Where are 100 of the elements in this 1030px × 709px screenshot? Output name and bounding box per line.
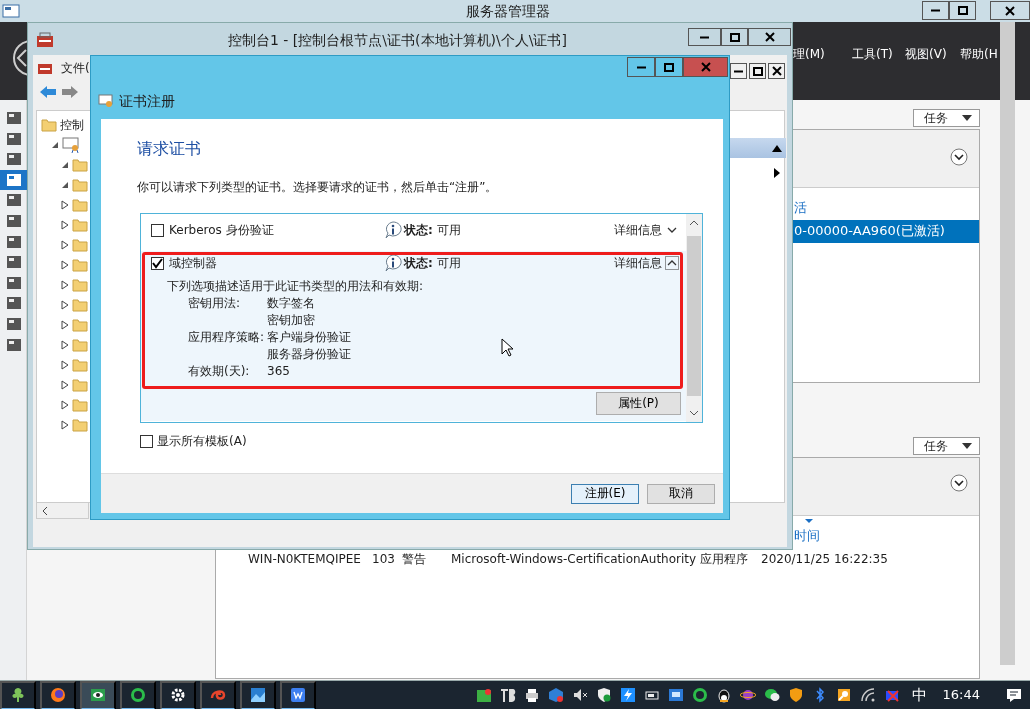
folder-icon — [72, 278, 88, 292]
gear-icon — [169, 686, 187, 704]
taskbar-button[interactable] — [120, 680, 156, 709]
maximize-button[interactable] — [949, 1, 976, 20]
menu-item[interactable]: 视图(V) — [905, 47, 947, 62]
store-icon[interactable] — [475, 687, 492, 703]
expand-icon[interactable] — [774, 168, 780, 178]
description-text: 下列选项描述适用于此证书类型的用法和有效期: — [167, 279, 424, 294]
maximize-button[interactable] — [721, 28, 748, 46]
maximize-icon — [957, 6, 968, 15]
close-icon — [771, 66, 782, 76]
template-name[interactable]: Kerberos 身份验证 — [169, 222, 384, 238]
sidebar-item[interactable] — [0, 169, 27, 190]
folder-icon — [72, 378, 88, 392]
tasks-dropdown[interactable]: 任务 — [913, 437, 980, 455]
properties-button[interactable]: 属性(P) — [596, 392, 681, 415]
folder-icon — [72, 338, 88, 352]
expand-icon[interactable] — [61, 340, 69, 350]
expand-icon[interactable] — [61, 220, 69, 230]
expand-icon[interactable] — [61, 260, 69, 270]
planet-icon[interactable] — [739, 687, 756, 703]
cancel-button[interactable]: 取消 — [647, 483, 715, 504]
taskbar-button[interactable] — [280, 680, 316, 709]
field-label: 有效期(天): — [188, 364, 250, 379]
taskbar-button[interactable] — [40, 680, 76, 709]
table-cell: 2020/11/25 16:22:35 — [761, 552, 888, 567]
forward-arrow-icon[interactable] — [61, 85, 79, 99]
minimize-icon — [636, 65, 646, 69]
tasks-dropdown[interactable]: 任务 — [913, 109, 980, 127]
expand-icon[interactable] — [61, 360, 69, 370]
minimize-icon — [700, 35, 709, 39]
maximize-button[interactable] — [655, 57, 683, 77]
column-header[interactable]: 时间 — [794, 528, 820, 544]
minimize-button[interactable] — [730, 63, 747, 79]
expand-icon[interactable] — [61, 320, 69, 330]
expand-icon[interactable] — [61, 200, 69, 210]
taskbar-button[interactable] — [160, 680, 196, 709]
expand-icon[interactable] — [61, 420, 69, 430]
close-button[interactable] — [990, 1, 1030, 20]
expand-icon[interactable] — [61, 240, 69, 250]
penguin-icon[interactable] — [715, 687, 732, 703]
expand-icon[interactable] — [61, 280, 69, 290]
checkbox-label[interactable]: 显示所有模板(A) — [157, 434, 247, 449]
scroll-thumb[interactable] — [687, 236, 701, 396]
close-button[interactable] — [768, 63, 785, 79]
clock[interactable]: 16:44 — [942, 687, 980, 703]
taskbar-button[interactable] — [200, 680, 236, 709]
document-icon — [289, 686, 307, 704]
menu-item[interactable]: 帮助(H — [960, 47, 998, 62]
lightning-icon[interactable] — [619, 687, 636, 703]
collapse-icon[interactable] — [61, 181, 69, 189]
description-text: 你可以请求下列类型的证书。选择要请求的证书，然后单击“注册”。 — [137, 180, 498, 195]
printer-icon[interactable] — [523, 687, 540, 703]
expand-icon[interactable] — [61, 400, 69, 410]
box-icon[interactable] — [547, 687, 564, 703]
table-cell: 103 — [372, 552, 395, 567]
register-button[interactable]: 注册(E) — [571, 483, 639, 504]
checkbox[interactable] — [151, 256, 164, 270]
speech-bubbles-icon[interactable] — [763, 687, 780, 703]
maximize-icon — [729, 32, 740, 42]
folder-icon — [72, 198, 88, 212]
expand-icon[interactable] — [950, 474, 968, 492]
tree-item[interactable]: 控制 — [60, 117, 84, 133]
monitor-icon[interactable] — [667, 687, 684, 703]
expand-icon[interactable] — [61, 300, 69, 310]
wifi-icon[interactable] — [859, 687, 876, 703]
shield-icon[interactable] — [787, 687, 804, 703]
column-header[interactable]: 活 — [794, 200, 807, 216]
back-arrow-icon[interactable] — [39, 85, 57, 99]
expand-icon[interactable] — [950, 148, 968, 166]
checkbox[interactable] — [140, 434, 153, 448]
key-icon[interactable] — [835, 687, 852, 703]
ime-indicator[interactable]: 中 — [911, 686, 927, 704]
tb-logo-icon[interactable] — [499, 687, 516, 703]
menu-item[interactable]: 理(M) — [793, 47, 825, 62]
speaker-muted-icon[interactable] — [571, 687, 588, 703]
taskbar-button[interactable] — [0, 680, 36, 709]
menu-item[interactable]: 工具(T) — [852, 47, 893, 62]
network-error-icon[interactable] — [883, 687, 900, 703]
expand-icon[interactable] — [61, 380, 69, 390]
details-link[interactable]: 详细信息 — [614, 255, 662, 271]
template-name[interactable]: 域控制器 — [169, 255, 384, 271]
table-row[interactable]: 0-00000-AA960(已激活) — [792, 220, 979, 243]
taskbar-button[interactable] — [80, 680, 116, 709]
notification-icon[interactable] — [1006, 687, 1022, 703]
details-link[interactable]: 详细信息 — [614, 222, 662, 238]
close-button[interactable] — [748, 28, 791, 46]
status-text: 状态: 可用 — [404, 255, 462, 271]
browser-icon — [49, 686, 67, 704]
taskbar-button[interactable] — [240, 680, 276, 709]
table-cell: WIN-N0KTEMQIPEE — [248, 552, 361, 567]
collapse-icon[interactable] — [51, 141, 59, 149]
maximize-button[interactable] — [749, 63, 766, 79]
checkbox[interactable] — [151, 223, 164, 237]
collapse-icon[interactable] — [772, 145, 782, 152]
shield-icon[interactable] — [595, 687, 612, 703]
menu-item[interactable]: 文件( — [61, 61, 90, 76]
collapse-icon[interactable] — [61, 161, 69, 169]
collapse-icon[interactable] — [665, 256, 679, 270]
panel-icon — [5, 233, 22, 250]
